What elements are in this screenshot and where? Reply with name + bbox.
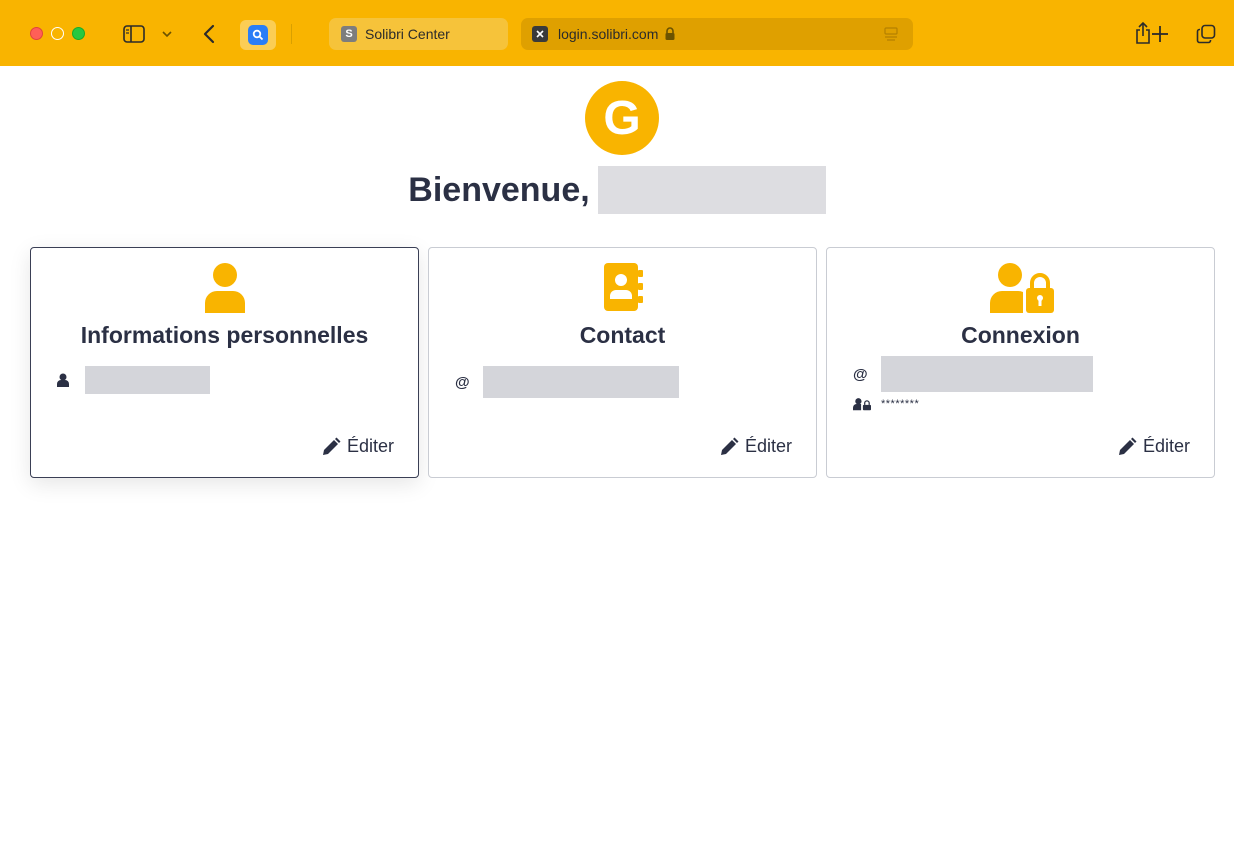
tab-label: Solibri Center (365, 26, 450, 42)
browser-toolbar: S Solibri Center login.solibri.com (0, 0, 1234, 66)
card-title: Informations personnelles (80, 322, 369, 348)
tab-overview-icon[interactable] (1194, 22, 1218, 46)
card-row-password: ******** (853, 397, 919, 411)
pencil-icon (720, 437, 739, 455)
avatar: G (585, 81, 659, 155)
card-row-name (57, 366, 210, 394)
pencil-icon (322, 437, 341, 455)
minimize-window-button[interactable] (51, 27, 64, 40)
solibri-favicon-icon: S (341, 26, 357, 42)
at-icon: @ (853, 365, 868, 383)
sidebar-icon[interactable] (122, 24, 146, 44)
redacted-username (597, 166, 826, 214)
address-url[interactable]: login.solibri.com (558, 26, 658, 42)
edit-label: Éditer (1142, 436, 1190, 456)
reader-icon[interactable] (883, 27, 899, 44)
account-page: G Bienvenue, Informations personnelles É… (0, 66, 1234, 852)
card-contact[interactable]: Contact @ Éditer (428, 247, 817, 478)
chevron-down-icon[interactable] (160, 26, 174, 42)
redacted-login-email (881, 356, 1093, 392)
welcome-heading: Bienvenue, (0, 166, 1234, 214)
plus-icon[interactable] (1148, 22, 1172, 46)
window-controls (30, 27, 85, 40)
user-lock-icon (827, 261, 1214, 313)
address-book-icon (429, 261, 816, 313)
password-masked: ******** (881, 398, 920, 410)
edit-personal-info-button[interactable]: Éditer (321, 436, 394, 457)
back-icon[interactable] (199, 23, 219, 45)
edit-label: Éditer (346, 436, 394, 456)
redacted-name (85, 366, 210, 394)
card-row-login-email: @ (853, 356, 1093, 392)
site-favicon-icon (532, 26, 548, 42)
redacted-email (483, 366, 679, 398)
card-title: Contact (579, 322, 666, 348)
at-icon: @ (455, 373, 470, 391)
pencil-icon (1118, 437, 1137, 455)
edit-label: Éditer (744, 436, 792, 456)
extension-icon[interactable] (240, 20, 276, 50)
welcome-text: Bienvenue, (408, 170, 590, 209)
close-window-button[interactable] (30, 27, 43, 40)
tab-login-solibri[interactable]: login.solibri.com (521, 18, 913, 50)
edit-login-button[interactable]: Éditer (1117, 436, 1190, 457)
lock-icon (664, 27, 676, 41)
card-personal-info[interactable]: Informations personnelles Éditer (30, 247, 419, 478)
edit-contact-button[interactable]: Éditer (719, 436, 792, 457)
zoom-window-button[interactable] (72, 27, 85, 40)
user-lock-small-icon (853, 397, 871, 411)
card-login[interactable]: Connexion @ ******** Éditer (826, 247, 1215, 478)
tab-solibri-center[interactable]: S Solibri Center (329, 18, 508, 50)
card-title: Connexion (961, 322, 1080, 348)
card-row-email: @ (455, 366, 679, 398)
user-icon (31, 261, 418, 313)
user-small-icon (57, 373, 75, 387)
toolbar-separator (291, 24, 292, 44)
